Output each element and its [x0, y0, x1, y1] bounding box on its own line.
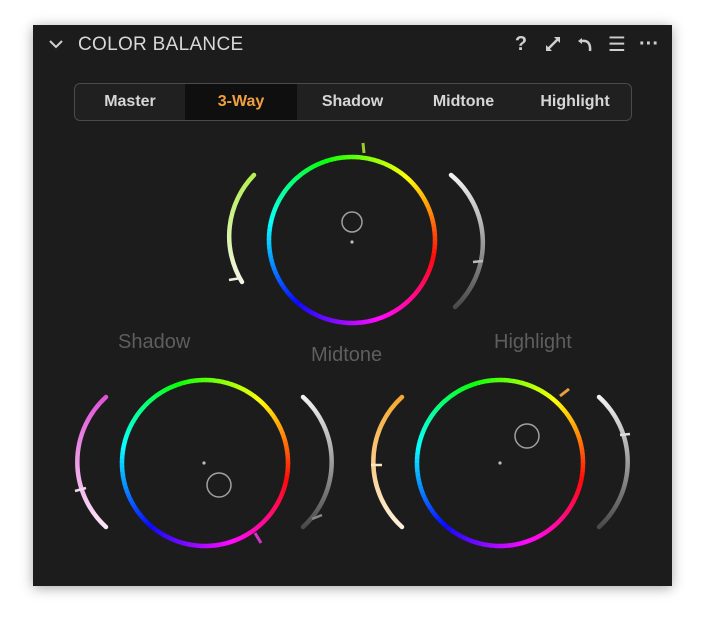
highlight-wheel[interactable] [371, 377, 631, 549]
color-wheels-canvas [74, 142, 631, 549]
shadow-wheel[interactable] [74, 377, 334, 549]
highlight-hue-marker[interactable] [559, 387, 570, 398]
shadow-balance-handle[interactable] [206, 472, 232, 498]
midtone-hue-ring [266, 154, 438, 326]
midtone-luminance-tick[interactable] [472, 259, 484, 264]
shadow-center-dot [202, 461, 206, 465]
midtone-balance-handle[interactable] [341, 211, 363, 233]
midtone-wheel[interactable] [226, 142, 486, 326]
shadow-luminance-arc[interactable] [300, 394, 334, 530]
midtone-center-dot [350, 240, 354, 244]
shadow-hue-marker[interactable] [253, 532, 263, 544]
highlight-luminance-tick[interactable] [619, 432, 631, 437]
midtone-luminance-arc[interactable] [448, 172, 486, 310]
highlight-center-dot [498, 461, 502, 465]
color-balance-panel: COLOR BALANCE ? ☰ ··· Master 3-Way Shado… [33, 25, 672, 586]
highlight-saturation-arc[interactable] [371, 394, 405, 530]
highlight-balance-handle[interactable] [514, 423, 540, 449]
shadow-saturation-arc[interactable] [75, 394, 109, 530]
highlight-luminance-arc[interactable] [596, 394, 630, 530]
midtone-hue-marker[interactable] [361, 142, 366, 154]
midtone-saturation-arc[interactable] [226, 172, 257, 285]
